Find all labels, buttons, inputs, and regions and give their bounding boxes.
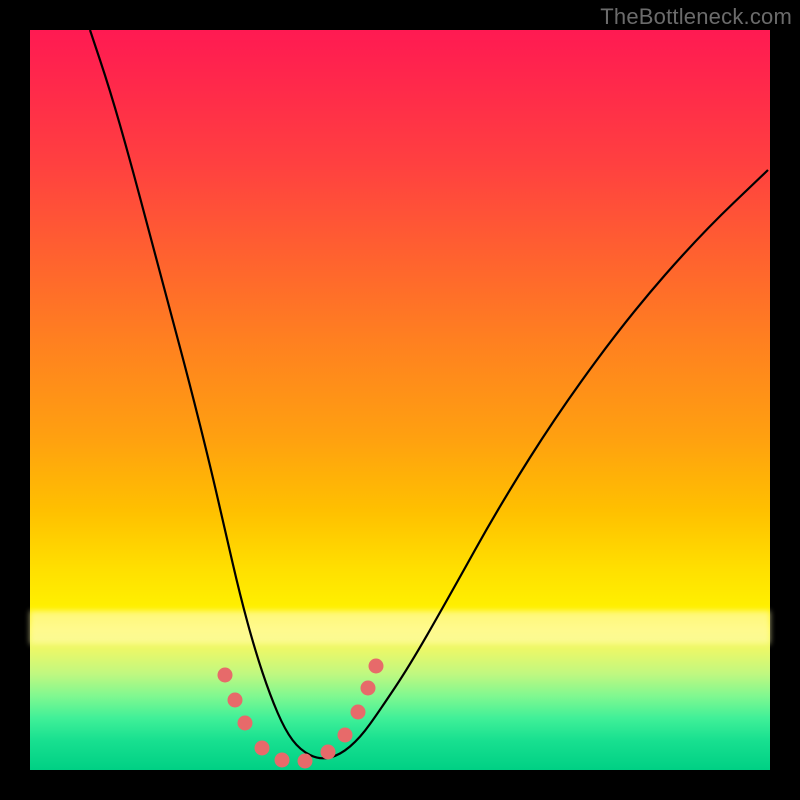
attribution-text: TheBottleneck.com — [600, 4, 792, 30]
highlight-band — [30, 611, 770, 644]
plot-area — [30, 30, 770, 770]
